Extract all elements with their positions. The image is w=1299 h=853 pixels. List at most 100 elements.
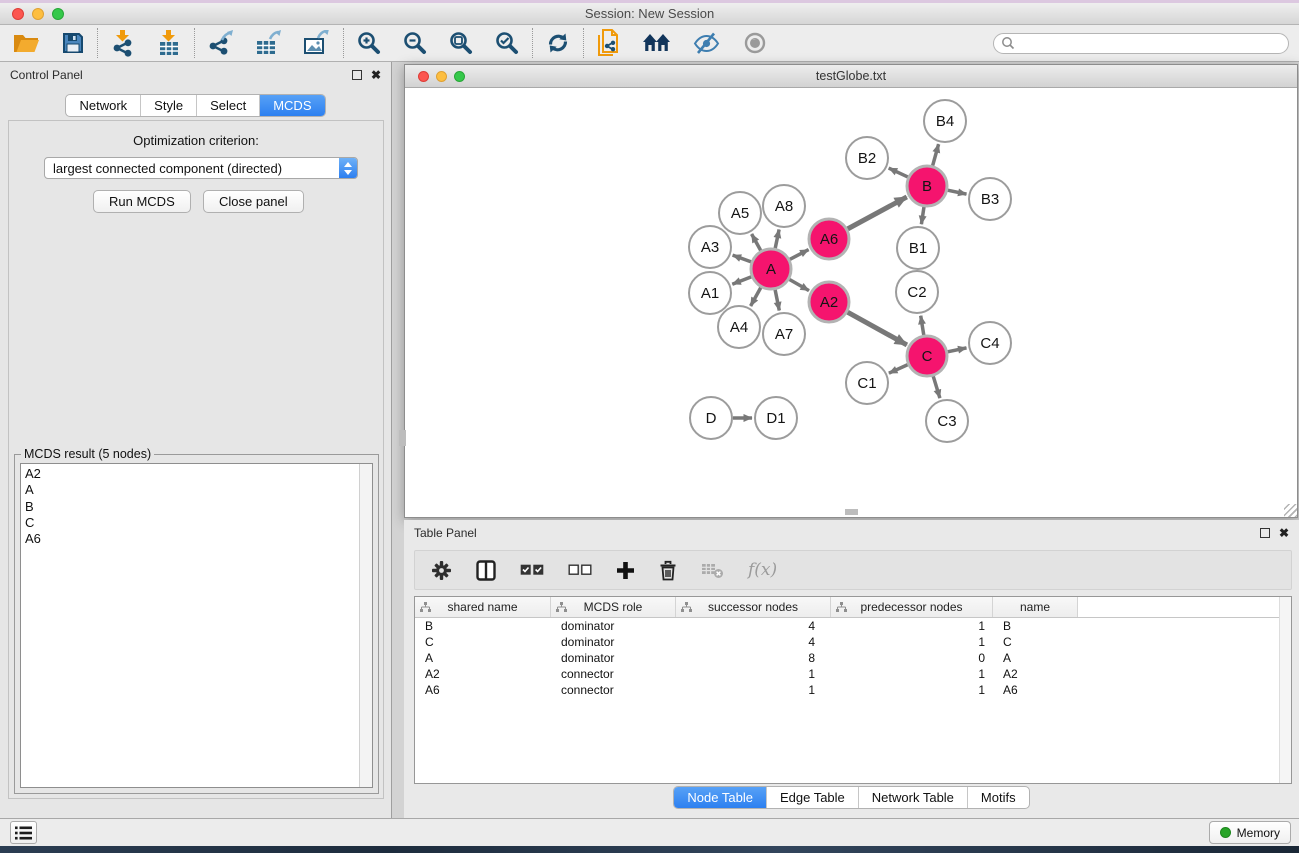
tab-mcds[interactable]: MCDS (259, 95, 324, 116)
home-icon[interactable] (643, 32, 671, 54)
table-cell[interactable]: 8 (676, 651, 831, 665)
close-panel-button[interactable]: Close panel (203, 190, 304, 213)
graph-edge-C-C2[interactable] (921, 316, 924, 336)
mcds-result-item[interactable]: A (21, 482, 372, 498)
graph-edge-A-A4[interactable] (751, 287, 761, 306)
memory-button[interactable]: Memory (1209, 821, 1291, 844)
table-row[interactable]: Adominator80A (415, 650, 1291, 666)
graph-node-A3[interactable]: A3 (689, 226, 731, 268)
graph-node-D[interactable]: D (690, 397, 732, 439)
open-session-icon[interactable] (13, 32, 40, 54)
export-table-icon[interactable] (256, 30, 282, 56)
table-row[interactable]: Cdominator41C (415, 634, 1291, 650)
tab-network[interactable]: Network (66, 95, 140, 116)
table-cell[interactable]: C (993, 635, 1078, 649)
column-header-shared-name[interactable]: shared name (415, 597, 551, 617)
table-row[interactable]: A6connector11A6 (415, 682, 1291, 698)
mcds-result-item[interactable]: C (21, 515, 372, 531)
table-cell[interactable]: 1 (831, 635, 993, 649)
graph-edge-A6-B[interactable] (848, 197, 907, 229)
tab-select[interactable]: Select (196, 95, 259, 116)
graph-edge-B-B1[interactable] (921, 207, 924, 224)
table-cell[interactable]: 1 (831, 619, 993, 633)
graph-node-A7[interactable]: A7 (763, 313, 805, 355)
table-cell[interactable]: dominator (551, 651, 676, 665)
search-box[interactable] (993, 33, 1289, 54)
table-cell[interactable]: 4 (676, 635, 831, 649)
mcds-result-item[interactable]: B (21, 499, 372, 515)
tab-style[interactable]: Style (140, 95, 196, 116)
table-row[interactable]: Bdominator41B (415, 618, 1291, 634)
column-header-mcds-role[interactable]: MCDS role (551, 597, 676, 617)
table-cell[interactable]: A2 (993, 667, 1078, 681)
export-network-icon[interactable] (208, 30, 234, 56)
save-session-icon[interactable] (62, 32, 84, 54)
column-header-successor-nodes[interactable]: successor nodes (676, 597, 831, 617)
delete-table-icon[interactable] (701, 561, 724, 579)
export-image-icon[interactable] (304, 30, 330, 56)
table-cell[interactable]: 4 (676, 619, 831, 633)
table-cell[interactable]: A6 (993, 683, 1078, 697)
mcds-result-item[interactable]: A6 (21, 531, 372, 547)
graph-node-C4[interactable]: C4 (969, 322, 1011, 364)
graph-node-C3[interactable]: C3 (926, 400, 968, 442)
unselect-all-columns-icon[interactable] (568, 564, 592, 576)
table-cell[interactable]: A2 (415, 667, 551, 681)
table-cell[interactable]: A (993, 651, 1078, 665)
graph-node-A1[interactable]: A1 (689, 272, 731, 314)
graph-edge-A-A7[interactable] (775, 290, 779, 311)
graph-edge-A-A5[interactable] (752, 234, 761, 251)
table-cell[interactable]: connector (551, 667, 676, 681)
zoom-in-icon[interactable] (357, 31, 381, 55)
table-cell[interactable]: connector (551, 683, 676, 697)
graph-edge-C-C4[interactable] (948, 348, 967, 352)
table-cell[interactable]: 1 (676, 683, 831, 697)
zoom-out-icon[interactable] (403, 31, 427, 55)
table-row[interactable]: A2connector11A2 (415, 666, 1291, 682)
graph-node-B[interactable]: B (907, 166, 947, 206)
zoom-fit-icon[interactable] (449, 31, 473, 55)
graph-node-A5[interactable]: A5 (719, 192, 761, 234)
graph-node-D1[interactable]: D1 (755, 397, 797, 439)
graph-edge-A-A3[interactable] (733, 255, 752, 262)
graph-node-B1[interactable]: B1 (897, 227, 939, 269)
window-resize-grip[interactable] (1284, 504, 1297, 517)
create-column-icon[interactable] (476, 560, 496, 581)
column-header-predecessor-nodes[interactable]: predecessor nodes (831, 597, 993, 617)
graph-node-B2[interactable]: B2 (846, 137, 888, 179)
desktop-hscroll-thumb[interactable] (845, 509, 858, 515)
table-cell[interactable]: B (993, 619, 1078, 633)
table-cell[interactable]: A (415, 651, 551, 665)
graph-edge-A-A8[interactable] (775, 230, 779, 249)
refresh-icon[interactable] (546, 31, 570, 55)
select-all-columns-icon[interactable] (520, 564, 544, 576)
graph-edge-A-A1[interactable] (732, 277, 751, 285)
graph-edge-B-B4[interactable] (933, 144, 939, 166)
table-cell[interactable]: 1 (676, 667, 831, 681)
table-scrollbar[interactable] (1279, 597, 1291, 783)
table-cell[interactable]: 1 (831, 683, 993, 697)
table-cell[interactable]: A6 (415, 683, 551, 697)
graph-edge-B-B2[interactable] (889, 168, 908, 177)
tab-network-table[interactable]: Network Table (858, 787, 967, 808)
graph-node-C1[interactable]: C1 (846, 362, 888, 404)
task-history-button[interactable] (10, 821, 37, 844)
graph-edge-A-A6[interactable] (790, 250, 809, 260)
graph-node-C2[interactable]: C2 (896, 271, 938, 313)
graph-node-B3[interactable]: B3 (969, 178, 1011, 220)
graph-edge-B-B3[interactable] (948, 190, 967, 194)
close-panel-icon[interactable]: ✖ (371, 70, 381, 80)
table-cell[interactable]: B (415, 619, 551, 633)
show-details-icon[interactable] (742, 32, 768, 54)
graph-node-C[interactable]: C (907, 336, 947, 376)
mcds-list-scrollbar[interactable] (359, 464, 372, 787)
network-canvas[interactable]: AA1A2A3A4A5A6A7A8BB1B2B3B4CC1C2C3C4DD1 (405, 88, 1297, 517)
network-window-titlebar[interactable]: testGlobe.txt (405, 65, 1297, 88)
table-cell[interactable]: 0 (831, 651, 993, 665)
tab-node-table[interactable]: Node Table (674, 787, 766, 808)
column-header-name[interactable]: name (993, 597, 1078, 617)
float-panel-icon[interactable] (352, 70, 362, 80)
criterion-select[interactable]: largest connected component (directed) (44, 157, 358, 179)
graph-node-B4[interactable]: B4 (924, 100, 966, 142)
graph-edge-C-C3[interactable] (933, 376, 940, 398)
